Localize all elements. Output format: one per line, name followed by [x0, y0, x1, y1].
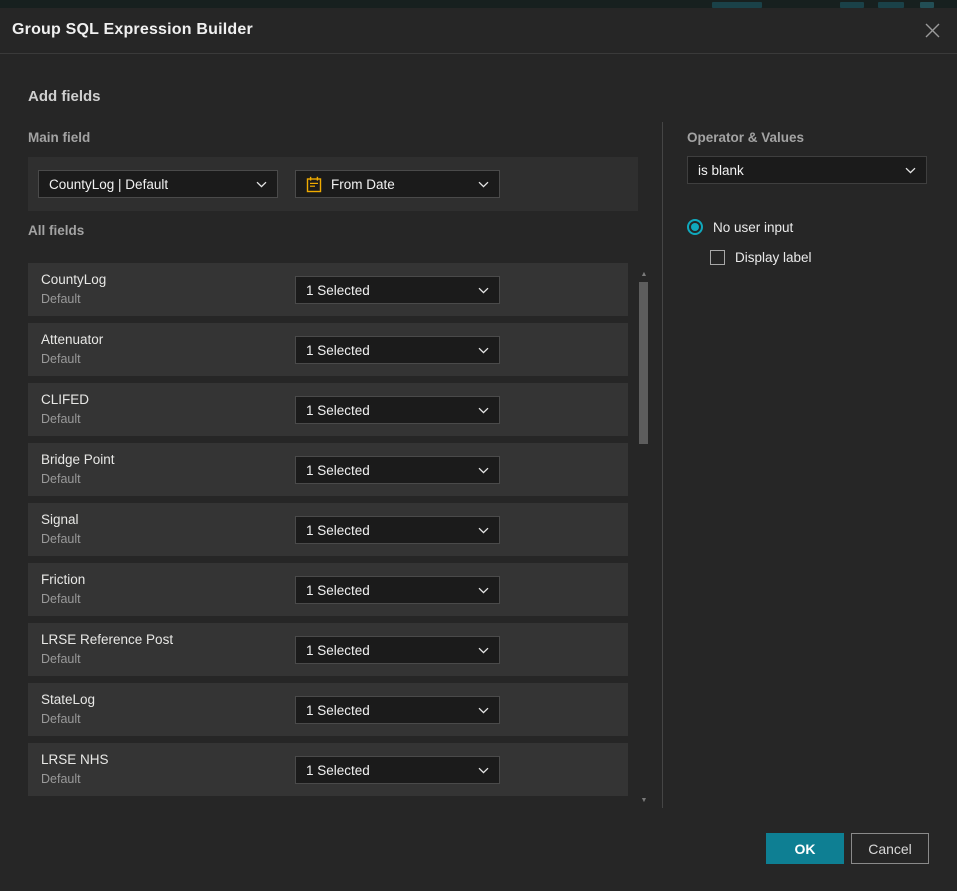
main-field-layer-dropdown[interactable]: CountyLog | Default [38, 170, 278, 198]
field-subtitle: Default [41, 532, 81, 546]
field-name: CountyLog [41, 272, 106, 287]
radio-selected-icon [687, 219, 703, 235]
field-selection-dropdown-value: 1 Selected [306, 643, 470, 658]
chevron-down-icon [478, 647, 489, 654]
display-label-label: Display label [735, 250, 812, 265]
no-user-input-radio[interactable]: No user input [687, 219, 793, 235]
chevron-down-icon [478, 407, 489, 414]
field-name: Friction [41, 572, 85, 587]
chevron-down-icon [478, 587, 489, 594]
main-field-label: Main field [28, 130, 90, 145]
dialog-header: Group SQL Expression Builder [0, 8, 957, 54]
field-name: CLIFED [41, 392, 89, 407]
field-subtitle: Default [41, 292, 81, 306]
field-selection-dropdown-value: 1 Selected [306, 523, 470, 538]
field-selection-dropdown[interactable]: 1 Selected [295, 516, 500, 544]
scrollbar-down-arrow-icon[interactable]: ▼ [640, 798, 648, 803]
chevron-down-icon [478, 467, 489, 474]
field-row: CLIFED Default 1 Selected [28, 383, 628, 436]
display-label-checkbox[interactable]: Display label [710, 250, 812, 265]
field-selection-dropdown[interactable]: 1 Selected [295, 756, 500, 784]
field-selection-dropdown[interactable]: 1 Selected [295, 396, 500, 424]
field-selection-dropdown[interactable]: 1 Selected [295, 456, 500, 484]
chevron-down-icon [256, 181, 267, 188]
field-selection-dropdown[interactable]: 1 Selected [295, 336, 500, 364]
operator-dropdown-value: is blank [698, 163, 897, 178]
panel-divider [662, 122, 663, 808]
field-name: Signal [41, 512, 79, 527]
field-subtitle: Default [41, 472, 81, 486]
field-name: Bridge Point [41, 452, 115, 467]
field-row: Attenuator Default 1 Selected [28, 323, 628, 376]
main-field-field-dropdown[interactable]: From Date [295, 170, 500, 198]
operator-values-label: Operator & Values [687, 130, 804, 145]
chevron-down-icon [478, 527, 489, 534]
chevron-down-icon [905, 167, 916, 174]
no-user-input-label: No user input [713, 220, 793, 235]
field-selection-dropdown[interactable]: 1 Selected [295, 696, 500, 724]
all-fields-scrollbar[interactable]: ▲ ▼ [638, 258, 650, 811]
field-row: LRSE NHS Default 1 Selected [28, 743, 628, 796]
field-selection-dropdown-value: 1 Selected [306, 583, 470, 598]
chevron-down-icon [478, 347, 489, 354]
all-fields-list: CountyLog Default 1 Selected Attenuator … [28, 263, 628, 803]
all-fields-label: All fields [28, 223, 84, 238]
field-selection-dropdown[interactable]: 1 Selected [295, 576, 500, 604]
field-row: StateLog Default 1 Selected [28, 683, 628, 736]
group-sql-expression-builder-dialog: Group SQL Expression Builder Add fields … [0, 8, 957, 891]
operator-dropdown[interactable]: is blank [687, 156, 927, 184]
field-subtitle: Default [41, 352, 81, 366]
main-field-field-dropdown-value: From Date [331, 177, 470, 192]
field-selection-dropdown-value: 1 Selected [306, 703, 470, 718]
field-selection-dropdown-value: 1 Selected [306, 463, 470, 478]
field-selection-dropdown[interactable]: 1 Selected [295, 636, 500, 664]
background-app-strip [0, 0, 957, 8]
field-row: CountyLog Default 1 Selected [28, 263, 628, 316]
field-selection-dropdown[interactable]: 1 Selected [295, 276, 500, 304]
field-subtitle: Default [41, 592, 81, 606]
field-row: Friction Default 1 Selected [28, 563, 628, 616]
field-row: LRSE Reference Post Default 1 Selected [28, 623, 628, 676]
field-subtitle: Default [41, 712, 81, 726]
field-name: Attenuator [41, 332, 103, 347]
dialog-title: Group SQL Expression Builder [12, 21, 253, 39]
cancel-button[interactable]: Cancel [851, 833, 929, 864]
calendar-icon [306, 176, 322, 193]
field-name: StateLog [41, 692, 95, 707]
field-selection-dropdown-value: 1 Selected [306, 283, 470, 298]
scrollbar-thumb[interactable] [639, 282, 648, 444]
field-selection-dropdown-value: 1 Selected [306, 403, 470, 418]
checkbox-unchecked-icon [710, 250, 725, 265]
field-name: LRSE NHS [41, 752, 109, 767]
add-fields-heading: Add fields [28, 88, 101, 105]
field-subtitle: Default [41, 772, 81, 786]
ok-button[interactable]: OK [766, 833, 844, 864]
field-row: Bridge Point Default 1 Selected [28, 443, 628, 496]
field-subtitle: Default [41, 652, 81, 666]
field-name: LRSE Reference Post [41, 632, 173, 647]
chevron-down-icon [478, 707, 489, 714]
main-field-panel: CountyLog | Default From Date [28, 157, 638, 211]
field-selection-dropdown-value: 1 Selected [306, 763, 470, 778]
chevron-down-icon [478, 767, 489, 774]
dialog-footer: OK Cancel [0, 833, 957, 891]
field-row: Signal Default 1 Selected [28, 503, 628, 556]
field-subtitle: Default [41, 412, 81, 426]
chevron-down-icon [478, 181, 489, 188]
close-icon[interactable] [920, 18, 944, 42]
scrollbar-up-arrow-icon[interactable]: ▲ [640, 272, 648, 277]
chevron-down-icon [478, 287, 489, 294]
field-selection-dropdown-value: 1 Selected [306, 343, 470, 358]
main-field-layer-dropdown-value: CountyLog | Default [49, 177, 248, 192]
